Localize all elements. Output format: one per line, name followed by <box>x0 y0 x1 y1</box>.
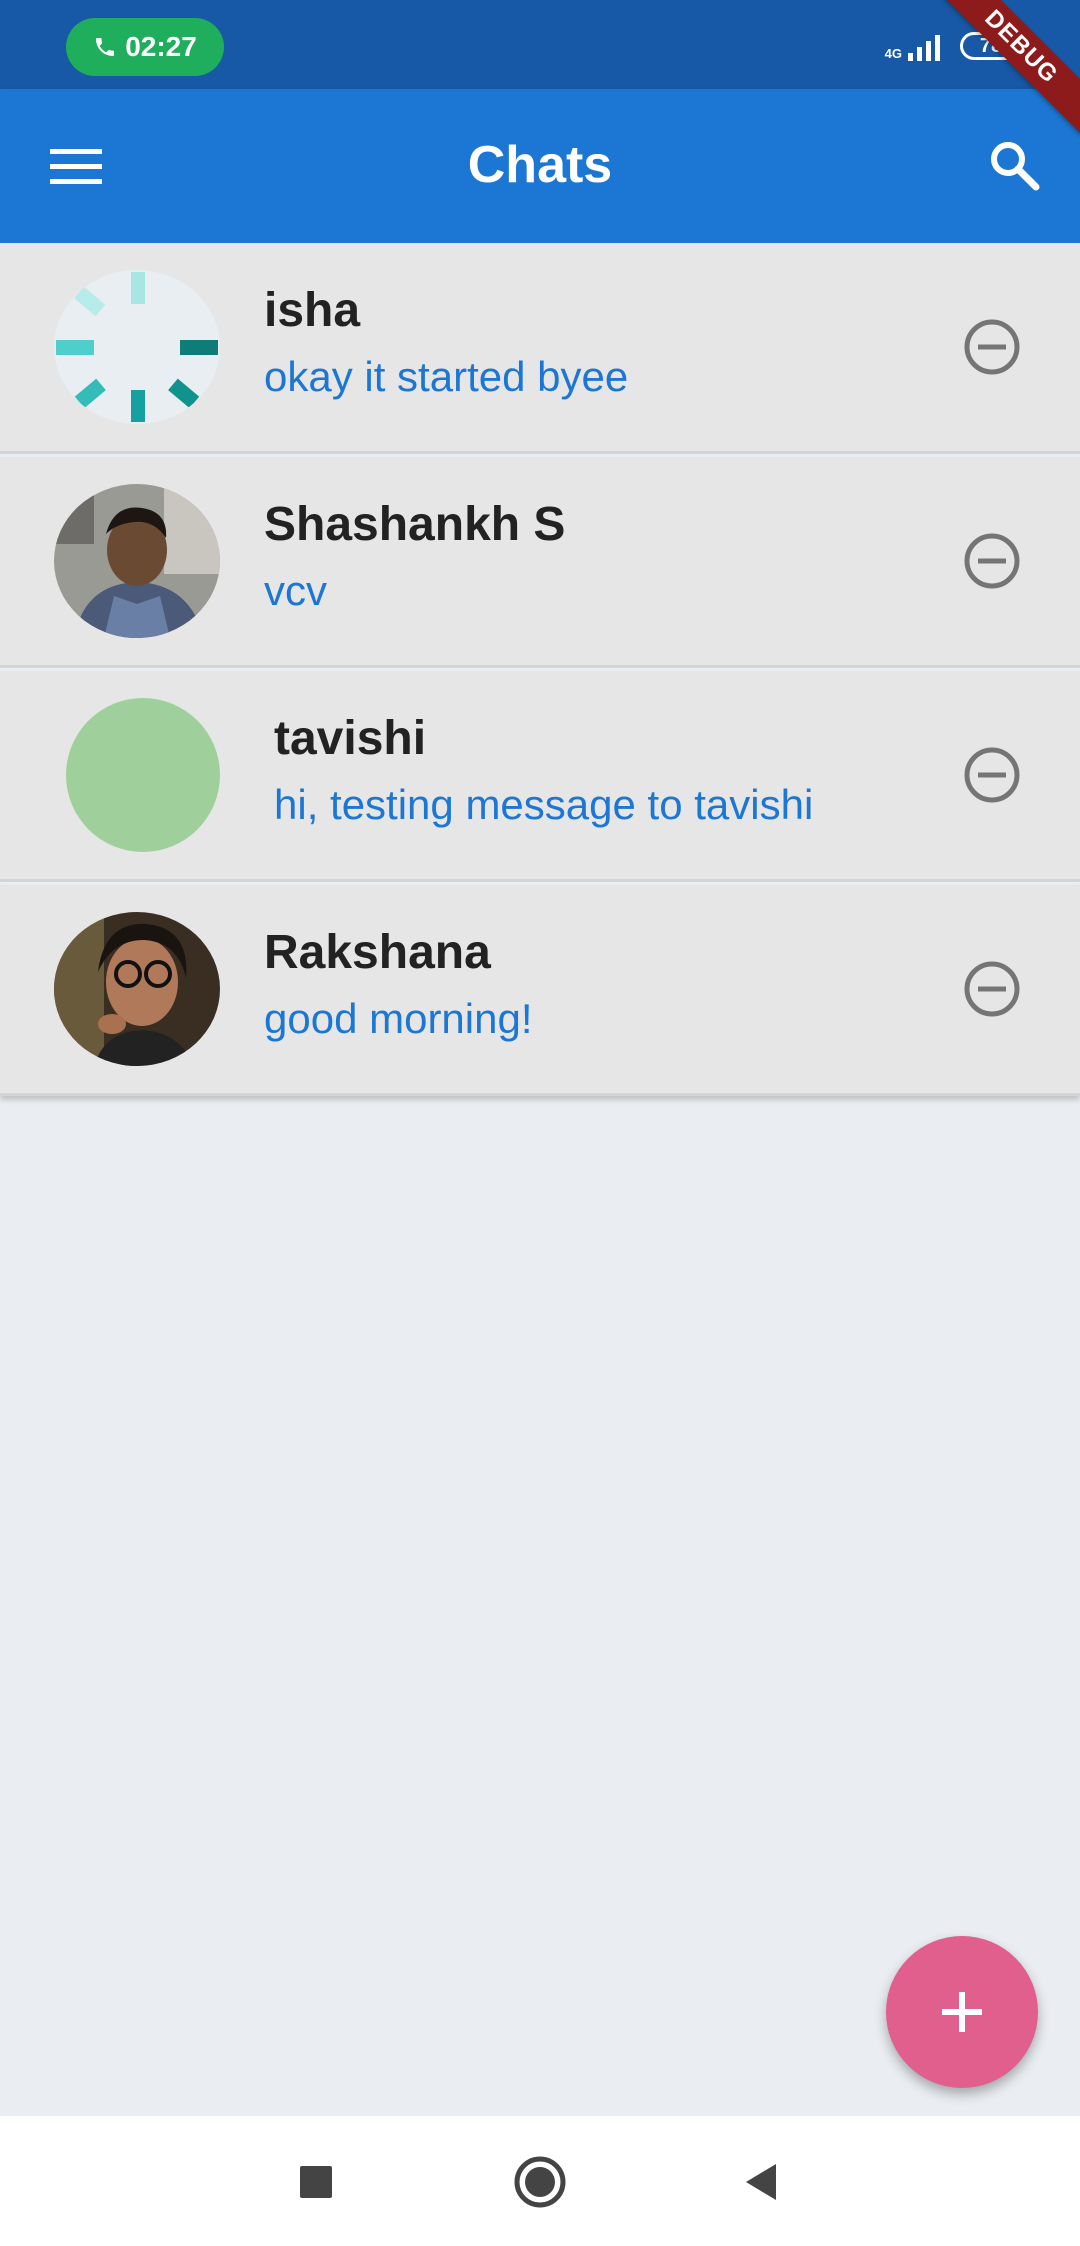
remove-chat-button[interactable] <box>962 745 1022 805</box>
system-nav-bar <box>0 2116 1080 2246</box>
remove-chat-button[interactable] <box>962 959 1022 1019</box>
minus-circle-icon <box>964 747 1020 803</box>
last-message: hi, testing message to tavishi <box>274 781 814 828</box>
page-title: Chats <box>467 136 613 194</box>
recents-icon <box>300 2166 332 2198</box>
last-message: vcv <box>264 567 327 614</box>
avatar <box>54 270 220 424</box>
minus-circle-icon <box>964 319 1020 375</box>
contact-name: Shashankh S <box>264 498 566 551</box>
last-message: good morning! <box>264 995 533 1042</box>
network-type: 4G <box>884 46 902 61</box>
app-bar: Chats <box>0 89 1080 243</box>
minus-circle-icon <box>964 961 1020 1017</box>
home-icon <box>514 2156 566 2208</box>
avatar <box>66 698 220 852</box>
avatar <box>54 912 220 1066</box>
back-button[interactable] <box>734 2154 790 2210</box>
chat-item-shashankh[interactable]: Shashankh S vcv <box>0 457 1080 668</box>
last-message: okay it started byee <box>264 353 629 400</box>
profile-photo <box>54 484 220 638</box>
ongoing-call-pill[interactable]: 02:27 <box>66 18 224 76</box>
avatar <box>54 484 220 638</box>
profile-photo <box>54 912 220 1066</box>
chat-item-rakshana[interactable]: Rakshana good morning! <box>0 885 1080 1096</box>
chat-item-tavishi[interactable]: tavishi hi, testing message to tavishi <box>0 671 1080 882</box>
search-button[interactable] <box>982 133 1046 197</box>
contact-name: tavishi <box>274 712 427 765</box>
remove-chat-button[interactable] <box>962 531 1022 591</box>
minus-circle-icon <box>964 533 1020 589</box>
network-indicator: 4G <box>885 31 950 61</box>
contact-name: Rakshana <box>264 926 491 979</box>
search-icon <box>991 142 1040 191</box>
status-bar: 02:27 4G 78 DEBUG <box>0 0 1080 135</box>
chat-list: isha okay it started byee Shashankh S vc… <box>0 243 1080 1096</box>
phone-icon <box>96 38 115 56</box>
plus-icon <box>942 1992 982 2032</box>
back-icon <box>746 2164 776 2200</box>
contact-name: isha <box>264 284 361 337</box>
remove-chat-button[interactable] <box>962 317 1022 377</box>
new-chat-button[interactable] <box>886 1936 1038 2088</box>
call-timer: 02:27 <box>125 31 197 62</box>
home-button[interactable] <box>512 2154 568 2210</box>
chat-item-isha[interactable]: isha okay it started byee <box>0 243 1080 454</box>
signal-icon <box>908 35 940 61</box>
recents-button[interactable] <box>288 2154 344 2210</box>
loading-spinner-icon <box>56 272 218 422</box>
